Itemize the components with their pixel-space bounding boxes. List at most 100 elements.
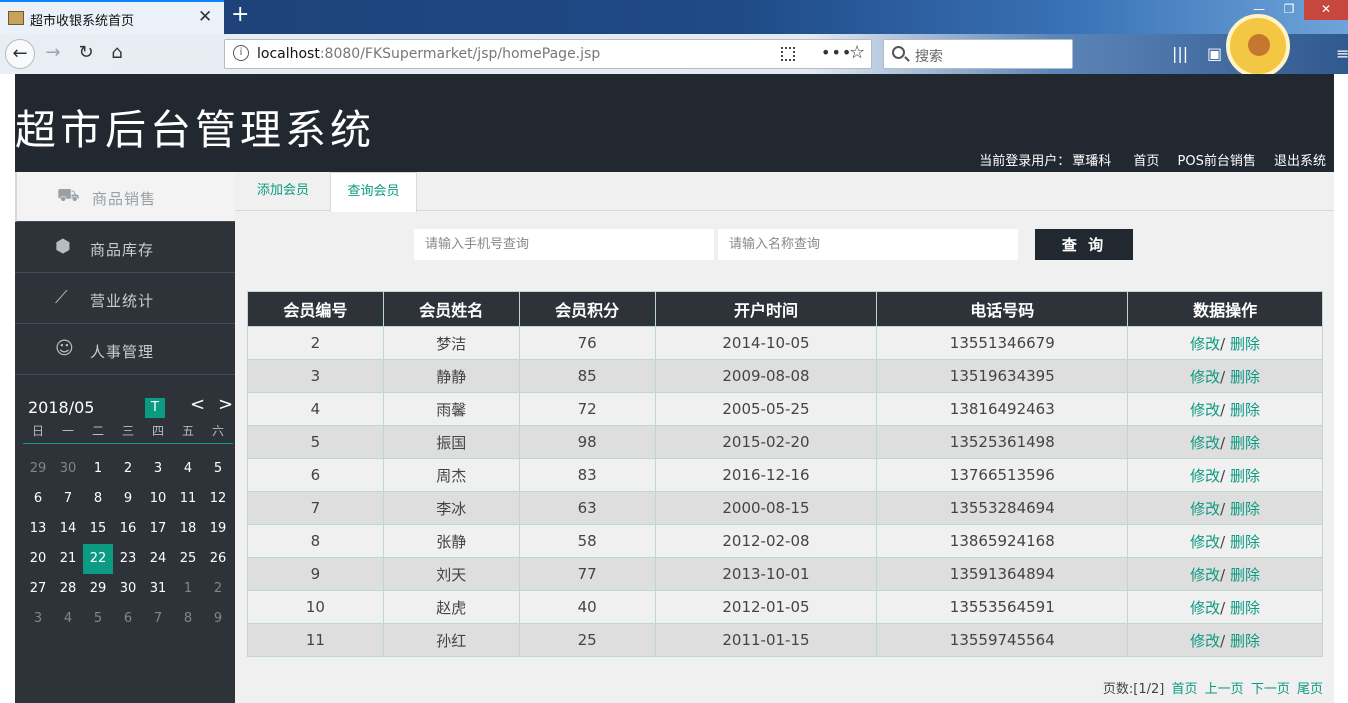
calendar-day[interactable]: 10 [143, 484, 173, 514]
profile-avatar[interactable] [1226, 14, 1290, 78]
calendar-day[interactable]: 31 [143, 574, 173, 604]
reload-icon[interactable]: ↻ [71, 39, 101, 69]
delete-link[interactable]: 删除 [1230, 434, 1260, 452]
edit-link[interactable]: 修改 [1190, 434, 1220, 452]
calendar-day[interactable]: 7 [143, 604, 173, 634]
phone-search-input[interactable] [414, 229, 714, 260]
delete-link[interactable]: 删除 [1230, 335, 1260, 353]
home-icon[interactable]: ⌂ [102, 39, 132, 69]
calendar-day[interactable]: 9 [203, 604, 233, 634]
edit-link[interactable]: 修改 [1190, 632, 1220, 650]
calendar-day[interactable]: 12 [203, 484, 233, 514]
calendar-day[interactable]: 6 [23, 484, 53, 514]
forward-icon[interactable]: → [38, 39, 68, 69]
calendar-day[interactable]: 18 [173, 514, 203, 544]
calendar-day[interactable]: 24 [143, 544, 173, 574]
calendar-day[interactable]: 5 [203, 454, 233, 484]
prev-page-link[interactable]: 上一页 [1205, 682, 1244, 697]
browser-search-bar[interactable]: 搜索 [883, 39, 1073, 69]
more-icon[interactable]: ••• [821, 43, 852, 62]
edit-link[interactable]: 修改 [1190, 335, 1220, 353]
calendar-day[interactable]: 15 [83, 514, 113, 544]
library-icon[interactable]: ||| [1172, 44, 1188, 63]
calendar-day[interactable]: 3 [143, 454, 173, 484]
calendar-day[interactable]: 2 [203, 574, 233, 604]
next-page-link[interactable]: 下一页 [1251, 682, 1290, 697]
menu-icon[interactable]: ≡ [1336, 44, 1348, 63]
edit-link[interactable]: 修改 [1190, 500, 1220, 518]
restore-icon[interactable]: ❐ [1274, 0, 1304, 20]
edit-link[interactable]: 修改 [1190, 533, 1220, 551]
window-close-icon[interactable]: ✕ [1304, 0, 1348, 20]
last-page-link[interactable]: 尾页 [1297, 682, 1323, 697]
calendar-day[interactable]: 8 [83, 484, 113, 514]
name-search-input[interactable] [718, 229, 1018, 260]
url-text[interactable]: localhost:8080/FKSupermarket/jsp/homePag… [257, 46, 600, 62]
calendar-day[interactable]: 3 [23, 604, 53, 634]
calendar-today-button[interactable]: T [145, 398, 165, 418]
new-tab-button[interactable]: + [231, 2, 249, 27]
calendar-day[interactable]: 14 [53, 514, 83, 544]
sidebar-item-statistics[interactable]: ⟋ 营业统计 [15, 274, 235, 324]
calendar-day[interactable]: 30 [113, 574, 143, 604]
calendar-day[interactable]: 8 [173, 604, 203, 634]
delete-link[interactable]: 删除 [1230, 566, 1260, 584]
calendar-day[interactable]: 27 [23, 574, 53, 604]
calendar-day[interactable]: 16 [113, 514, 143, 544]
calendar-month[interactable]: 2018/05 [28, 398, 94, 417]
calendar-day[interactable]: 7 [53, 484, 83, 514]
calendar-day[interactable]: 17 [143, 514, 173, 544]
calendar-day[interactable]: 19 [203, 514, 233, 544]
sidebar-item-sales[interactable]: ⛟ 商品销售 [15, 172, 235, 222]
url-bar[interactable]: i localhost:8080/FKSupermarket/jsp/homeP… [224, 39, 872, 69]
delete-link[interactable]: 删除 [1230, 401, 1260, 419]
tab-add-member[interactable]: 添加会员 [241, 172, 325, 211]
calendar-day[interactable]: 21 [53, 544, 83, 574]
calendar-day[interactable]: 5 [83, 604, 113, 634]
bookmark-star-icon[interactable]: ☆ [849, 42, 865, 63]
nav-link-logout[interactable]: 退出系统 [1274, 154, 1326, 169]
calendar-day[interactable]: 26 [203, 544, 233, 574]
calendar-day[interactable]: 13 [23, 514, 53, 544]
calendar-next-button[interactable]: > [218, 394, 233, 415]
edit-link[interactable]: 修改 [1190, 368, 1220, 386]
browser-tab[interactable]: 超市收银系统首页 ✕ [0, 0, 224, 34]
edit-link[interactable]: 修改 [1190, 401, 1220, 419]
calendar-prev-button[interactable]: < [190, 394, 205, 415]
delete-link[interactable]: 删除 [1230, 632, 1260, 650]
calendar-day[interactable]: 4 [173, 454, 203, 484]
qr-code-icon[interactable] [781, 47, 795, 61]
edit-link[interactable]: 修改 [1190, 566, 1220, 584]
nav-link-pos[interactable]: POS前台销售 [1178, 154, 1256, 169]
calendar-day[interactable]: 11 [173, 484, 203, 514]
calendar-day[interactable]: 28 [53, 574, 83, 604]
delete-link[interactable]: 删除 [1230, 500, 1260, 518]
calendar-day[interactable]: 25 [173, 544, 203, 574]
calendar-day[interactable]: 1 [83, 454, 113, 484]
tab-query-member[interactable]: 查询会员 [330, 172, 417, 212]
first-page-link[interactable]: 首页 [1172, 682, 1198, 697]
query-button[interactable]: 查 询 [1035, 229, 1133, 260]
calendar-day[interactable]: 2 [113, 454, 143, 484]
sidebar-item-inventory[interactable]: ⬢ 商品库存 [15, 223, 235, 273]
calendar-day[interactable]: 6 [113, 604, 143, 634]
back-icon[interactable]: ← [5, 39, 35, 69]
calendar-day[interactable]: 29 [83, 574, 113, 604]
calendar-day[interactable]: 22 [83, 544, 113, 574]
calendar-day[interactable]: 23 [113, 544, 143, 574]
delete-link[interactable]: 删除 [1230, 368, 1260, 386]
calendar-day[interactable]: 9 [113, 484, 143, 514]
calendar-day[interactable]: 4 [53, 604, 83, 634]
delete-link[interactable]: 删除 [1230, 599, 1260, 617]
calendar-day[interactable]: 30 [53, 454, 83, 484]
info-icon[interactable]: i [233, 45, 249, 61]
calendar-day[interactable]: 20 [23, 544, 53, 574]
sidebar-toggle-icon[interactable]: ▣ [1207, 44, 1222, 63]
calendar-day[interactable]: 1 [173, 574, 203, 604]
edit-link[interactable]: 修改 [1190, 599, 1220, 617]
sidebar-item-personnel[interactable]: ☺ 人事管理 [15, 325, 235, 375]
delete-link[interactable]: 删除 [1230, 533, 1260, 551]
nav-link-home[interactable]: 首页 [1133, 154, 1159, 169]
edit-link[interactable]: 修改 [1190, 467, 1220, 485]
tab-close-icon[interactable]: ✕ [198, 7, 212, 27]
